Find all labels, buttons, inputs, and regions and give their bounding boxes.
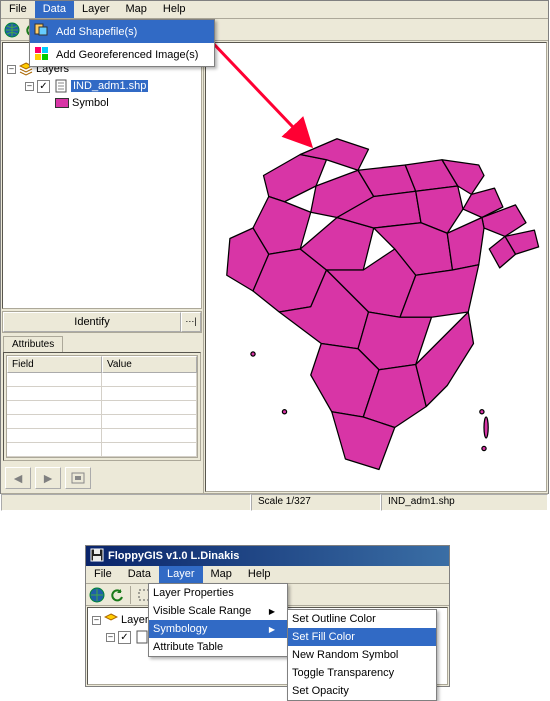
back-button[interactable]: ◄ [5,467,31,489]
nav-buttons: ◄ ► [1,463,203,493]
titlebar: FloppyGIS v1.0 L.Dinakis [86,546,449,566]
menubar: File Data Layer Map Help [1,1,548,19]
field-header[interactable]: Field [7,356,102,373]
add-shapefile-item[interactable]: Add Shapefile(s) [30,20,214,43]
layer-tree[interactable]: – Layers – ✓ IND_adm1.shp Symbol [2,42,202,309]
attributes-grid: Field Value [6,355,198,458]
status-blank [1,494,251,511]
tree-expander-2[interactable]: – [106,633,115,642]
attribute-table-item[interactable]: Attribute Table [149,638,287,656]
menu2-map[interactable]: Map [203,566,240,583]
value-header[interactable]: Value [102,356,197,373]
layer-checkbox-2[interactable]: ✓ [118,631,131,644]
layer-visible-checkbox[interactable]: ✓ [37,80,50,93]
table-row[interactable] [7,443,197,457]
set-fill-item[interactable]: Set Fill Color [288,628,436,646]
status-file: IND_adm1.shp [381,494,548,511]
window-title: FloppyGIS v1.0 L.Dinakis [108,550,239,562]
symbology-submenu: Set Outline Color Set Fill Color New Ran… [287,609,437,701]
menu-data[interactable]: Data [35,1,74,18]
statusbar: Scale 1/327 IND_adm1.shp [1,493,548,511]
tree-symbol-label: Symbol [72,97,109,109]
secondary-window: FloppyGIS v1.0 L.Dinakis File Data Layer… [85,545,450,687]
table-row[interactable] [7,401,197,415]
menu-layer[interactable]: Layer [74,1,118,18]
visible-scale-item[interactable]: Visible Scale Range▶ [149,602,287,620]
menu-help[interactable]: Help [155,1,194,18]
tree-expander[interactable]: – [92,616,101,625]
menu2-data[interactable]: Data [120,566,159,583]
random-symbol-item[interactable]: New Random Symbol [288,646,436,664]
floppy-icon [90,548,104,565]
menu2-file[interactable]: File [86,566,120,583]
file-icon [54,79,68,93]
tree-expander[interactable]: – [7,65,16,74]
set-opacity-item[interactable]: Set Opacity [288,682,436,700]
toolbar-sep [130,586,131,604]
attributes-body [7,373,197,457]
table-row[interactable] [7,415,197,429]
globe-icon[interactable] [3,21,21,39]
annotation-arrow [201,31,331,161]
attributes-panel: Field Value [3,352,201,461]
file-icon [135,630,149,644]
add-shapefile-label: Add Shapefile(s) [56,26,137,38]
refresh-icon[interactable] [108,586,126,604]
menubar-2: File Data Layer Map Help [86,566,449,584]
symbol-swatch[interactable] [55,98,69,108]
layer-dropdown: Layer Properties Visible Scale Range▶ Sy… [148,583,288,657]
tree-expander-file[interactable]: – [25,82,34,91]
table-row[interactable] [7,373,197,387]
table-row[interactable] [7,387,197,401]
add-georef-item[interactable]: Add Georeferenced Image(s) [30,43,214,66]
toggle-transparency-item[interactable]: Toggle Transparency [288,664,436,682]
identify-close-button[interactable]: ⋯| [181,312,201,332]
forward-button[interactable]: ► [35,467,61,489]
identify-button[interactable]: Identify [3,312,181,332]
attributes-tab[interactable]: Attributes [3,336,63,352]
tab-strip: Attributes [3,336,201,352]
menu-map[interactable]: Map [118,1,155,18]
main-window: File Data Layer Map Help Add Shapefile(s… [0,0,549,494]
layer-properties-item[interactable]: Layer Properties [149,584,287,602]
submenu-arrow-icon: ▶ [269,625,275,634]
globe-icon[interactable] [88,586,106,604]
submenu-arrow-icon: ▶ [269,607,275,616]
menu-file[interactable]: File [1,1,35,18]
menu2-layer[interactable]: Layer [159,566,203,583]
status-scale: Scale 1/327 [251,494,381,511]
menu2-help[interactable]: Help [240,566,279,583]
table-row[interactable] [7,429,197,443]
shapefile-icon [34,23,50,40]
layers-icon [104,613,118,627]
symbology-item[interactable]: Symbology▶ [149,620,287,638]
left-pane: – Layers – ✓ IND_adm1.shp Symbol Identif… [1,41,204,493]
data-dropdown: Add Shapefile(s) Add Georeferenced Image… [29,19,215,67]
set-outline-item[interactable]: Set Outline Color [288,610,436,628]
tree-file-label: IND_adm1.shp [71,80,148,92]
add-georef-label: Add Georeferenced Image(s) [56,49,198,61]
identify-bar: Identify ⋯| [2,311,202,333]
georef-icon [34,46,50,63]
extent-button[interactable] [65,467,91,489]
